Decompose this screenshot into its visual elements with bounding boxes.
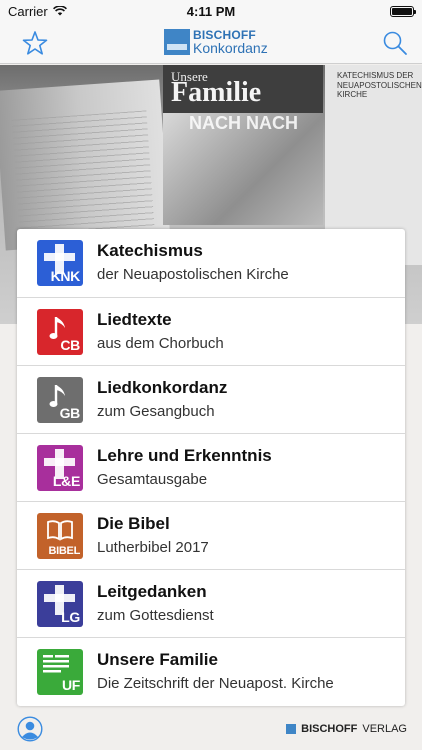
item-subtitle: zum Gottesdienst (97, 607, 214, 624)
publisher-name: BISCHOFF (301, 723, 358, 735)
hero-open-book (0, 79, 171, 251)
bottom-bar: BISCHOFF VERLAG (0, 706, 422, 750)
item-title: Lehre und Erkenntnis (97, 446, 272, 465)
hero-magazine-sub: NACH NACH (189, 113, 298, 133)
cb-abbr: CB (60, 337, 80, 353)
list-item-katechismus[interactable]: KNK Katechismus der Neuapostolischen Kir… (17, 229, 405, 297)
publisher-logo: BISCHOFF VERLAG (286, 723, 407, 735)
item-subtitle: aus dem Chorbuch (97, 335, 224, 352)
lg-icon: LG (37, 581, 83, 627)
item-title: Liedtexte (97, 310, 172, 329)
uf-abbr: UF (61, 677, 80, 693)
bibel-icon: BIBEL (37, 513, 83, 559)
knk-icon: KNK (37, 240, 83, 286)
lg-abbr: LG (61, 609, 80, 625)
list-item-liedtexte[interactable]: CB Liedtexte aus dem Chorbuch (17, 297, 405, 365)
list-item-die-bibel[interactable]: BIBEL Die Bibel Lutherbibel 2017 (17, 501, 405, 569)
search-button[interactable] (380, 28, 410, 58)
item-title: Unsere Familie (97, 650, 218, 669)
battery-icon (390, 5, 416, 17)
search-icon (383, 31, 407, 55)
catalog-list: KNK Katechismus der Neuapostolischen Kir… (17, 229, 405, 706)
gb-abbr: GB (59, 405, 81, 421)
favorites-button[interactable] (20, 28, 50, 58)
uf-icon: UF (37, 649, 83, 695)
book-icon (47, 520, 73, 541)
status-time: 4:11 PM (186, 3, 236, 19)
cb-icon: CB (37, 309, 83, 355)
le-abbr: L&E (52, 473, 80, 489)
list-item-leitgedanken[interactable]: LG Leitgedanken zum Gottesdienst (17, 569, 405, 637)
le-icon: L&E (37, 445, 83, 491)
item-subtitle: Gesamtausgabe (97, 471, 208, 488)
publisher-square-icon (286, 724, 297, 734)
status-bar: Carrier 4:11 PM (0, 0, 422, 22)
item-subtitle: Die Zeitschrift der Neuapost. Kirche (97, 675, 334, 692)
list-item-liedkonkordanz[interactable]: GB Liedkonkordanz zum Gesangbuch (17, 365, 405, 433)
gb-icon: GB (37, 377, 83, 423)
item-title: Die Bibel (97, 514, 170, 533)
document-lines-icon (43, 655, 69, 673)
item-subtitle: Lutherbibel 2017 (97, 539, 209, 556)
app-logo: BISCHOFF Konkordanz (164, 29, 268, 55)
logo-line2: Konkordanz (193, 40, 268, 56)
nav-bar: BISCHOFF Konkordanz (0, 22, 422, 64)
item-subtitle: zum Gesangbuch (97, 403, 215, 420)
list-item-unsere-familie[interactable]: UF Unsere Familie Die Zeitschrift der Ne… (17, 637, 405, 705)
star-icon (22, 30, 48, 55)
hero-magazine: Unsere Familie NACH NACH (163, 65, 323, 225)
item-title: Leitgedanken (97, 582, 207, 601)
item-subtitle: der Neuapostolischen Kirche (97, 266, 289, 283)
hero-magazine-title-big: Familie (171, 77, 262, 108)
list-item-lehre-und-erkenntnis[interactable]: L&E Lehre und Erkenntnis Gesamtausgabe (17, 433, 405, 501)
knk-abbr: KNK (50, 268, 81, 284)
user-account-icon[interactable] (17, 716, 43, 742)
item-title: Katechismus (97, 241, 203, 260)
publisher-suffix: VERLAG (362, 723, 407, 735)
hero-book-title: KATECHISMUS DER NEUAPOSTOLISCHEN KIRCHE (337, 71, 422, 100)
item-title: Liedkonkordanz (97, 378, 228, 397)
bibel-abbr: BIBEL (48, 545, 80, 557)
logo-mark (164, 29, 190, 55)
